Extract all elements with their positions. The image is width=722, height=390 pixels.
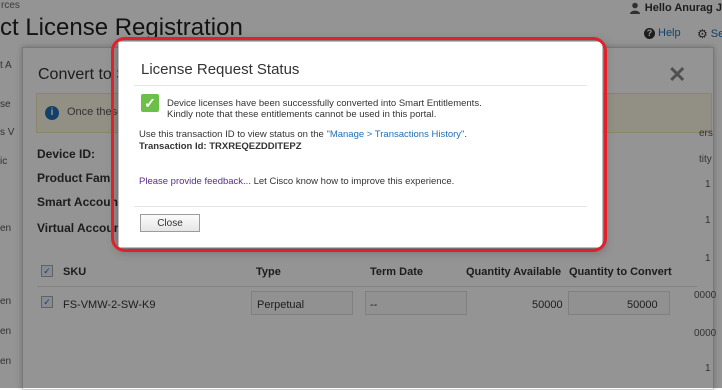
- highlight-outline: [111, 37, 607, 252]
